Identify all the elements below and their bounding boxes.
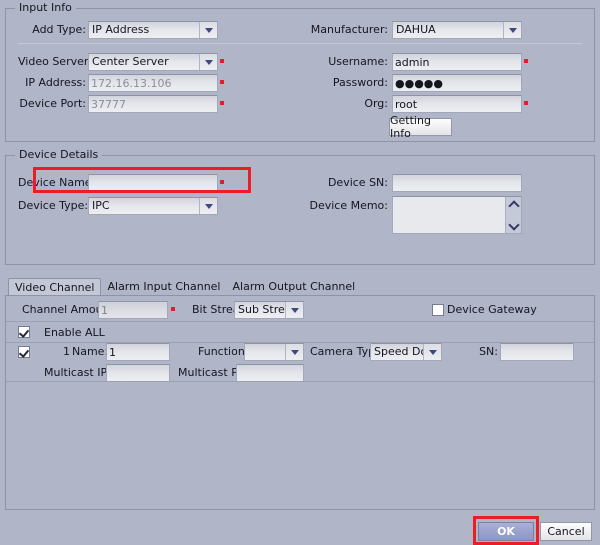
input-info-divider bbox=[18, 43, 582, 44]
chevron-down-icon[interactable] bbox=[503, 22, 521, 38]
device-memo-value[interactable] bbox=[393, 197, 505, 233]
tab-alarm-output-channel[interactable]: Alarm Output Channel bbox=[227, 278, 362, 296]
chevron-up-icon[interactable] bbox=[509, 200, 518, 209]
channel-amount-label: Channel Amount: bbox=[22, 303, 118, 316]
chevron-down-icon[interactable] bbox=[199, 22, 217, 38]
channel-row-checkbox[interactable] bbox=[18, 346, 30, 358]
bit-stream-value: Sub Stream bbox=[238, 303, 285, 316]
cancel-button[interactable]: Cancel bbox=[540, 522, 592, 541]
video-server-label: Video Server: bbox=[18, 55, 92, 68]
device-port-input[interactable] bbox=[88, 95, 218, 113]
password-input[interactable] bbox=[392, 74, 522, 92]
org-input[interactable] bbox=[392, 95, 522, 113]
channel-bottom-divider bbox=[6, 381, 594, 382]
multicast-port-input[interactable] bbox=[236, 364, 304, 382]
add-type-select[interactable]: IP Address bbox=[88, 21, 218, 39]
channel-row-index: 1 bbox=[63, 345, 70, 358]
bit-stream-label: Bit Stream: bbox=[192, 303, 254, 316]
tab-alarm-input-channel[interactable]: Alarm Input Channel bbox=[101, 278, 226, 296]
tab-video-channel[interactable]: Video Channel bbox=[8, 278, 102, 296]
username-input[interactable] bbox=[392, 53, 522, 71]
chevron-down-icon[interactable] bbox=[423, 344, 441, 360]
device-memo-scrollbar[interactable] bbox=[505, 197, 521, 233]
chevron-down-icon[interactable] bbox=[285, 302, 303, 318]
device-memo-label: Device Memo: bbox=[309, 199, 388, 212]
channel-sn-label: SN: bbox=[479, 345, 498, 358]
manufacturer-select[interactable]: DAHUA bbox=[392, 21, 522, 39]
org-label: Org: bbox=[364, 97, 388, 110]
function-label: Function: bbox=[198, 345, 249, 358]
device-details-title: Device Details bbox=[15, 149, 103, 161]
ip-address-input[interactable] bbox=[88, 74, 218, 92]
channel-tabbar: Video Channel Alarm Input Channel Alarm … bbox=[8, 277, 355, 296]
password-label: Password: bbox=[332, 76, 388, 89]
channel-amount-input[interactable] bbox=[98, 301, 168, 319]
channel-panel-divider bbox=[6, 321, 594, 322]
device-name-required-marker bbox=[220, 180, 224, 184]
camera-type-select[interactable]: Speed Dome bbox=[370, 343, 442, 361]
ip-address-required-marker bbox=[220, 80, 224, 84]
chevron-down-icon[interactable] bbox=[285, 344, 303, 360]
username-required-marker bbox=[524, 59, 528, 63]
enable-all-label: Enable ALL bbox=[44, 326, 105, 339]
video-server-value: Center Server bbox=[92, 55, 169, 68]
multicast-ip-label: Multicast IP: bbox=[44, 366, 111, 379]
getting-info-button[interactable]: Getting Info bbox=[389, 114, 452, 140]
channel-name-input[interactable] bbox=[106, 343, 170, 361]
device-gateway-label: Device Gateway bbox=[447, 303, 537, 316]
device-port-label: Device Port: bbox=[19, 97, 86, 110]
function-select[interactable] bbox=[244, 343, 304, 361]
device-gateway-checkbox[interactable] bbox=[432, 304, 444, 316]
input-info-title: Input Info bbox=[15, 2, 76, 14]
channel-name-label: Name: bbox=[72, 345, 109, 358]
channel-sn-input[interactable] bbox=[500, 343, 574, 361]
device-name-label: Device Name: bbox=[18, 176, 96, 189]
device-name-input[interactable] bbox=[88, 174, 218, 192]
chevron-down-icon[interactable] bbox=[509, 221, 518, 230]
username-label: Username: bbox=[328, 55, 388, 68]
device-sn-label: Device SN: bbox=[327, 176, 388, 189]
device-sn-input[interactable] bbox=[392, 174, 522, 192]
chevron-down-icon[interactable] bbox=[199, 54, 217, 70]
manufacturer-label: Manufacturer: bbox=[310, 23, 388, 36]
add-type-value: IP Address bbox=[92, 23, 150, 36]
org-required-marker bbox=[524, 101, 528, 105]
ok-button[interactable]: OK bbox=[478, 522, 534, 541]
device-type-select[interactable]: IPC bbox=[88, 197, 218, 215]
device-type-value: IPC bbox=[92, 199, 110, 212]
add-type-label: Add Type: bbox=[32, 23, 86, 36]
channel-amount-required-marker bbox=[171, 307, 175, 311]
manufacturer-value: DAHUA bbox=[396, 23, 436, 36]
device-port-required-marker bbox=[220, 101, 224, 105]
bit-stream-select[interactable]: Sub Stream bbox=[234, 301, 304, 319]
enable-all-checkbox[interactable] bbox=[18, 326, 30, 338]
camera-type-value: Speed Dome bbox=[374, 345, 423, 358]
multicast-ip-input[interactable] bbox=[106, 364, 170, 382]
camera-type-label: Camera Type: bbox=[310, 345, 386, 358]
device-type-label: Device Type: bbox=[18, 199, 89, 212]
chevron-down-icon[interactable] bbox=[199, 198, 217, 214]
video-server-required-marker bbox=[220, 59, 224, 63]
device-memo-textarea[interactable] bbox=[392, 196, 522, 234]
video-server-select[interactable]: Center Server bbox=[88, 53, 218, 71]
ip-address-label: IP Address: bbox=[25, 76, 86, 89]
